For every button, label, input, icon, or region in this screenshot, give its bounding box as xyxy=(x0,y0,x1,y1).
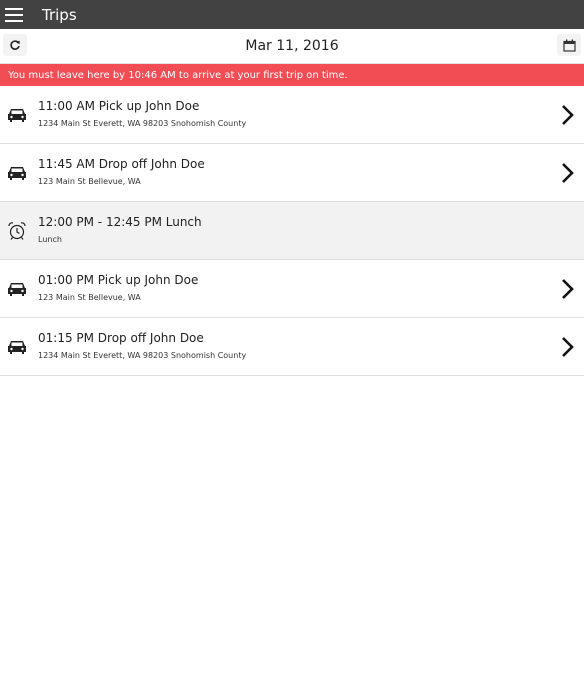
trip-address: 123 Main St Bellevue, WA xyxy=(38,293,141,302)
trip-title: 12:00 PM - 12:45 PM Lunch xyxy=(38,215,202,229)
trip-row[interactable]: 01:15 PM Drop off John Doe 1234 Main St … xyxy=(0,318,584,376)
break-row: 12:00 PM - 12:45 PM Lunch Lunch xyxy=(0,202,584,260)
car-icon xyxy=(7,336,27,358)
calendar-button[interactable] xyxy=(557,34,581,56)
trip-address: Lunch xyxy=(38,235,62,244)
trip-title: 11:00 AM Pick up John Doe xyxy=(38,99,200,113)
chevron-right-icon[interactable] xyxy=(560,278,574,300)
trip-address: 123 Main St Bellevue, WA xyxy=(38,177,141,186)
trip-title: 01:00 PM Pick up John Doe xyxy=(38,273,199,287)
chevron-right-icon[interactable] xyxy=(560,336,574,358)
trip-title: 01:15 PM Drop off John Doe xyxy=(38,331,204,345)
trip-address: 1234 Main St Everett, WA 98203 Snohomish… xyxy=(38,351,247,360)
page-title: Trips xyxy=(42,5,77,24)
car-icon xyxy=(7,162,27,184)
trip-row[interactable]: 11:45 AM Drop off John Doe 123 Main St B… xyxy=(0,144,584,202)
trip-row[interactable]: 11:00 AM Pick up John Doe 1234 Main St E… xyxy=(0,86,584,144)
app-header: Trips xyxy=(0,0,584,29)
car-icon xyxy=(7,278,27,300)
current-date: Mar 11, 2016 xyxy=(245,38,339,54)
alarm-clock-icon xyxy=(7,220,27,242)
trip-list: 11:00 AM Pick up John Doe 1234 Main St E… xyxy=(0,86,584,376)
hamburger-menu-icon[interactable] xyxy=(5,7,23,22)
refresh-button[interactable] xyxy=(3,34,27,56)
trip-row[interactable]: 01:00 PM Pick up John Doe 123 Main St Be… xyxy=(0,260,584,318)
calendar-icon xyxy=(562,39,576,52)
date-bar: Mar 11, 2016 xyxy=(0,29,584,64)
chevron-right-icon[interactable] xyxy=(560,104,574,126)
chevron-right-icon[interactable] xyxy=(560,162,574,184)
trip-title: 11:45 AM Drop off John Doe xyxy=(38,157,205,171)
refresh-icon xyxy=(10,40,20,50)
car-icon xyxy=(7,104,27,126)
trip-address: 1234 Main St Everett, WA 98203 Snohomish… xyxy=(38,119,247,128)
departure-alert: You must leave here by 10:46 AM to arriv… xyxy=(0,64,584,86)
